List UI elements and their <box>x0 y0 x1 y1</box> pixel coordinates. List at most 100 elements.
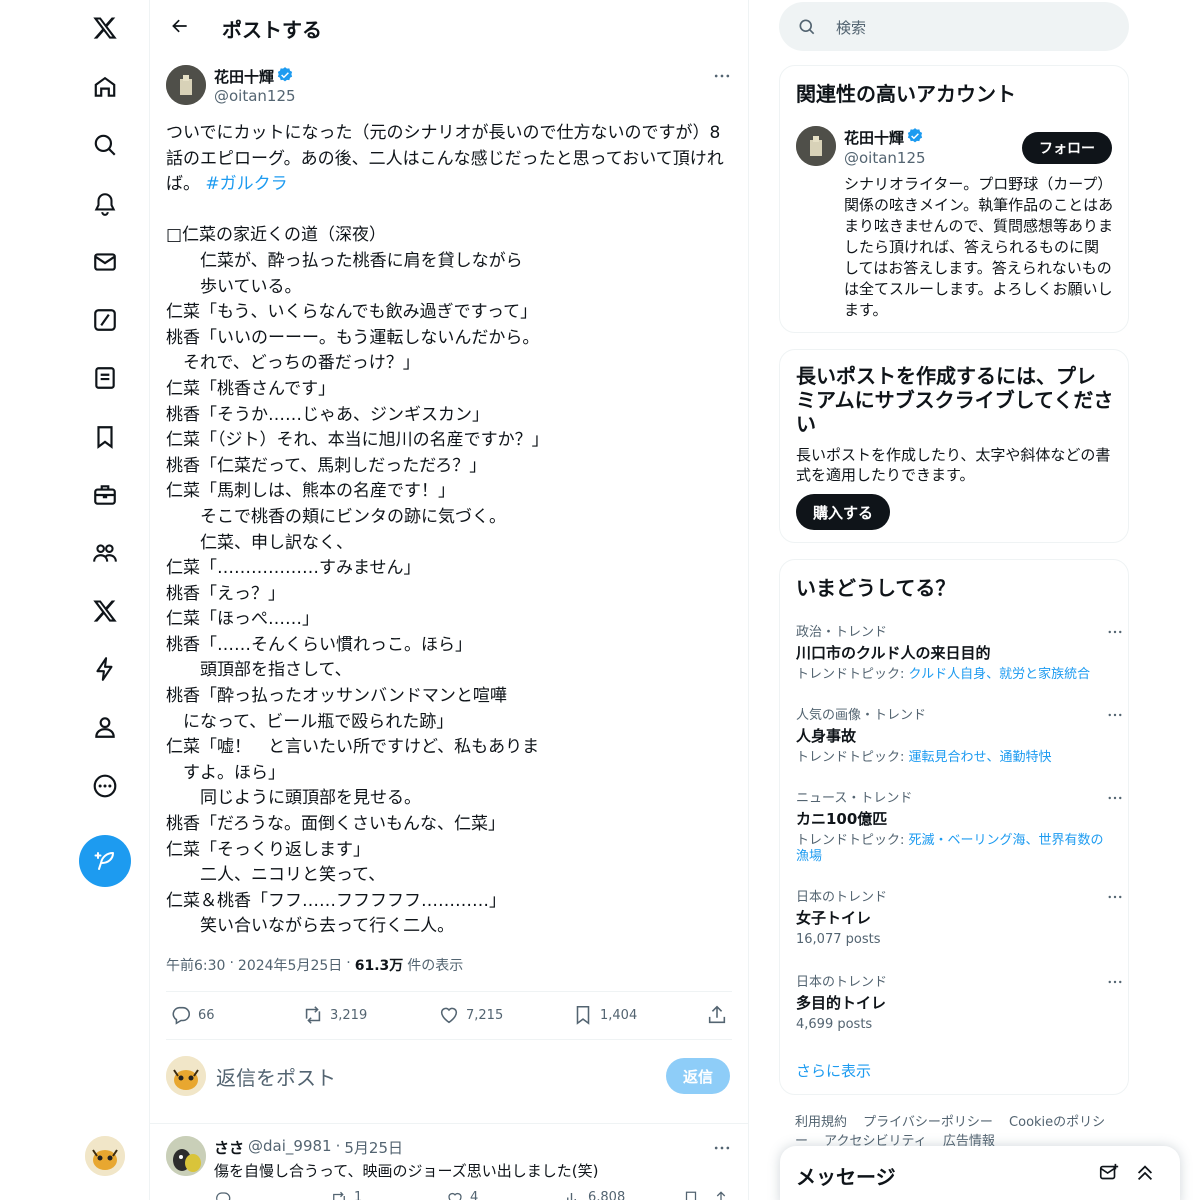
x-logo-icon[interactable] <box>79 2 131 54</box>
more-options-icon[interactable] <box>1106 973 1124 991</box>
premium-x-icon[interactable] <box>79 585 131 637</box>
arrow-left-icon <box>172 19 187 33</box>
trend-topics: トレンドトピック: クルド人自身、就労と家族統合 <box>796 667 1116 683</box>
meta-dot: · <box>335 1137 341 1155</box>
meta-dot: · <box>346 955 351 971</box>
comment-text: 傷を自慢し合うって、映画のジョーズ思い出しました(笑) <box>214 1162 599 1180</box>
trend-post-count: 4,699 posts <box>796 1017 873 1032</box>
relevant-avatar[interactable] <box>796 126 836 166</box>
comment-author-handle[interactable]: @dai_9981 <box>248 1137 332 1158</box>
comment-date[interactable]: 5月25日 <box>344 1137 403 1158</box>
bookmark-icon <box>685 1191 697 1200</box>
repost-icon <box>333 1191 345 1200</box>
trend-item[interactable]: 政治・トレンド 川口市のクルド人の来日目的 トレンドトピック: クルド人自身、就… <box>796 621 1122 683</box>
trend-item[interactable]: ニュース・トレンド カニ100億匹 トレンドトピック: 死滅・ベーリング海、世界… <box>796 787 1122 865</box>
bookmark-count: 1,404 <box>600 1007 638 1023</box>
comment-more-icon[interactable] <box>712 1138 732 1158</box>
bookmark-button[interactable]: 1,404 <box>572 1004 637 1026</box>
relevant-name[interactable]: 花田十輝 <box>844 127 904 148</box>
reply-icon <box>172 1006 191 1025</box>
reply-count: 66 <box>198 1007 215 1023</box>
messages-drawer[interactable]: メッセージ <box>780 1146 1180 1200</box>
jobs-icon[interactable] <box>79 469 131 521</box>
more-options-icon[interactable] <box>1106 888 1124 906</box>
author-avatar[interactable] <box>166 65 206 105</box>
bookmark-icon <box>576 1005 590 1025</box>
reply-button[interactable]: 66 <box>170 1004 215 1026</box>
post-time[interactable]: 午前6:30 <box>166 955 225 975</box>
verified-badge-icon <box>276 66 294 84</box>
comment-like-count: 4 <box>470 1190 479 1200</box>
comment-author-name[interactable]: ささ <box>214 1137 244 1158</box>
comment-views-button[interactable]: 6,808 <box>564 1190 625 1200</box>
account-avatar[interactable] <box>85 1136 125 1176</box>
follow-button[interactable]: フォロー <box>1022 132 1112 164</box>
trend-item[interactable]: 日本のトレンド 女子トイレ 16,077 posts <box>796 886 1122 948</box>
feather-plus-icon <box>94 852 114 870</box>
hashtag-link[interactable]: #ガルクラ <box>205 174 287 194</box>
comment-repost-count: 1 <box>354 1190 363 1200</box>
trend-item[interactable]: 人気の画像・トレンド 人身事故 トレンドトピック: 運転見合わせ、通勤特快 <box>796 704 1122 766</box>
author-name[interactable]: 花田十輝 <box>214 66 274 87</box>
author-handle[interactable]: @oitan125 <box>214 87 296 105</box>
views-label: 件の表示 <box>407 958 464 974</box>
trend-topics-label: トレンドトピック: <box>796 667 909 682</box>
trend-name: 人身事故 <box>796 727 857 745</box>
profile-icon[interactable] <box>79 701 131 753</box>
reply-submit-button[interactable]: 返信 <box>666 1058 730 1094</box>
trend-topic-links[interactable]: 運転見合わせ、通勤特快 <box>909 750 1052 765</box>
comment-share-button[interactable] <box>712 1190 730 1200</box>
comment-reply-button[interactable] <box>214 1190 232 1200</box>
more-options-icon[interactable] <box>712 66 732 86</box>
search-icon[interactable] <box>79 119 131 171</box>
back-button[interactable] <box>162 8 198 44</box>
bookmarks-icon[interactable] <box>79 411 131 463</box>
show-more-link[interactable]: さらに表示 <box>796 1060 871 1081</box>
post-date[interactable]: 2024年5月25日 <box>238 955 342 975</box>
communities-icon[interactable] <box>79 527 131 579</box>
search-input[interactable]: 検索 <box>836 17 866 38</box>
footer-link[interactable]: 利用規約 <box>795 1115 847 1130</box>
repost-button[interactable]: 3,219 <box>302 1004 367 1026</box>
trend-topics-label: トレンドトピック: <box>796 750 909 765</box>
post-text: ついでにカットになった（元のシナリオが長いので仕方ないのですが）8話のエピローグ… <box>166 121 736 940</box>
trends-title: いまどうしてる？ <box>796 576 956 600</box>
more-options-icon[interactable] <box>1106 623 1124 641</box>
subscribe-button[interactable]: 購入する <box>796 494 890 530</box>
new-message-icon[interactable] <box>1098 1162 1120 1184</box>
search-bar[interactable]: 検索 <box>779 2 1129 51</box>
more-options-icon[interactable] <box>1106 789 1124 807</box>
comment-like-button[interactable]: 4 <box>446 1190 478 1200</box>
reply-input[interactable]: 返信をポスト <box>216 1062 336 1091</box>
verified-orgs-icon[interactable] <box>79 643 131 695</box>
footer-link[interactable]: プライバシーポリシー <box>863 1115 993 1130</box>
more-icon[interactable] <box>79 760 131 812</box>
messages-title: メッセージ <box>796 1165 896 1189</box>
relevant-handle[interactable]: @oitan125 <box>844 149 926 167</box>
comment-views-count: 6,808 <box>588 1190 626 1200</box>
post-actions: 66 3,219 7,215 1,404 <box>166 991 732 1040</box>
more-options-icon[interactable] <box>1106 706 1124 724</box>
trend-topic-links[interactable]: クルド人自身、就労と家族統合 <box>909 667 1091 682</box>
comment-repost-button[interactable]: 1 <box>330 1190 362 1200</box>
home-icon[interactable] <box>79 61 131 113</box>
chevron-up-icon[interactable] <box>1134 1162 1156 1184</box>
trends-card: いまどうしてる？ 政治・トレンド 川口市のクルド人の来日目的 トレンドトピック:… <box>779 559 1129 1095</box>
trend-name: 女子トイレ <box>796 909 872 927</box>
notifications-icon[interactable] <box>79 178 131 230</box>
like-button[interactable]: 7,215 <box>438 1004 503 1026</box>
messages-icon[interactable] <box>79 236 131 288</box>
lists-icon[interactable] <box>79 352 131 404</box>
compose-post-button[interactable] <box>79 835 131 887</box>
trend-item[interactable]: 日本のトレンド 多目的トイレ 4,699 posts <box>796 971 1122 1033</box>
page-title: ポストする <box>222 18 322 42</box>
trend-topics: トレンドトピック: 死滅・ベーリング海、世界有数の漁場 <box>796 833 1116 865</box>
grok-icon[interactable] <box>79 294 131 346</box>
verified-badge-icon <box>906 127 924 145</box>
comment-avatar[interactable] <box>166 1136 206 1176</box>
share-button[interactable] <box>706 1004 728 1026</box>
like-count: 7,215 <box>466 1007 504 1023</box>
comment-bookmark-button[interactable] <box>682 1190 700 1200</box>
views-count: 61.3万 <box>354 958 404 974</box>
trend-topics: トレンドトピック: 運転見合わせ、通勤特快 <box>796 750 1116 766</box>
